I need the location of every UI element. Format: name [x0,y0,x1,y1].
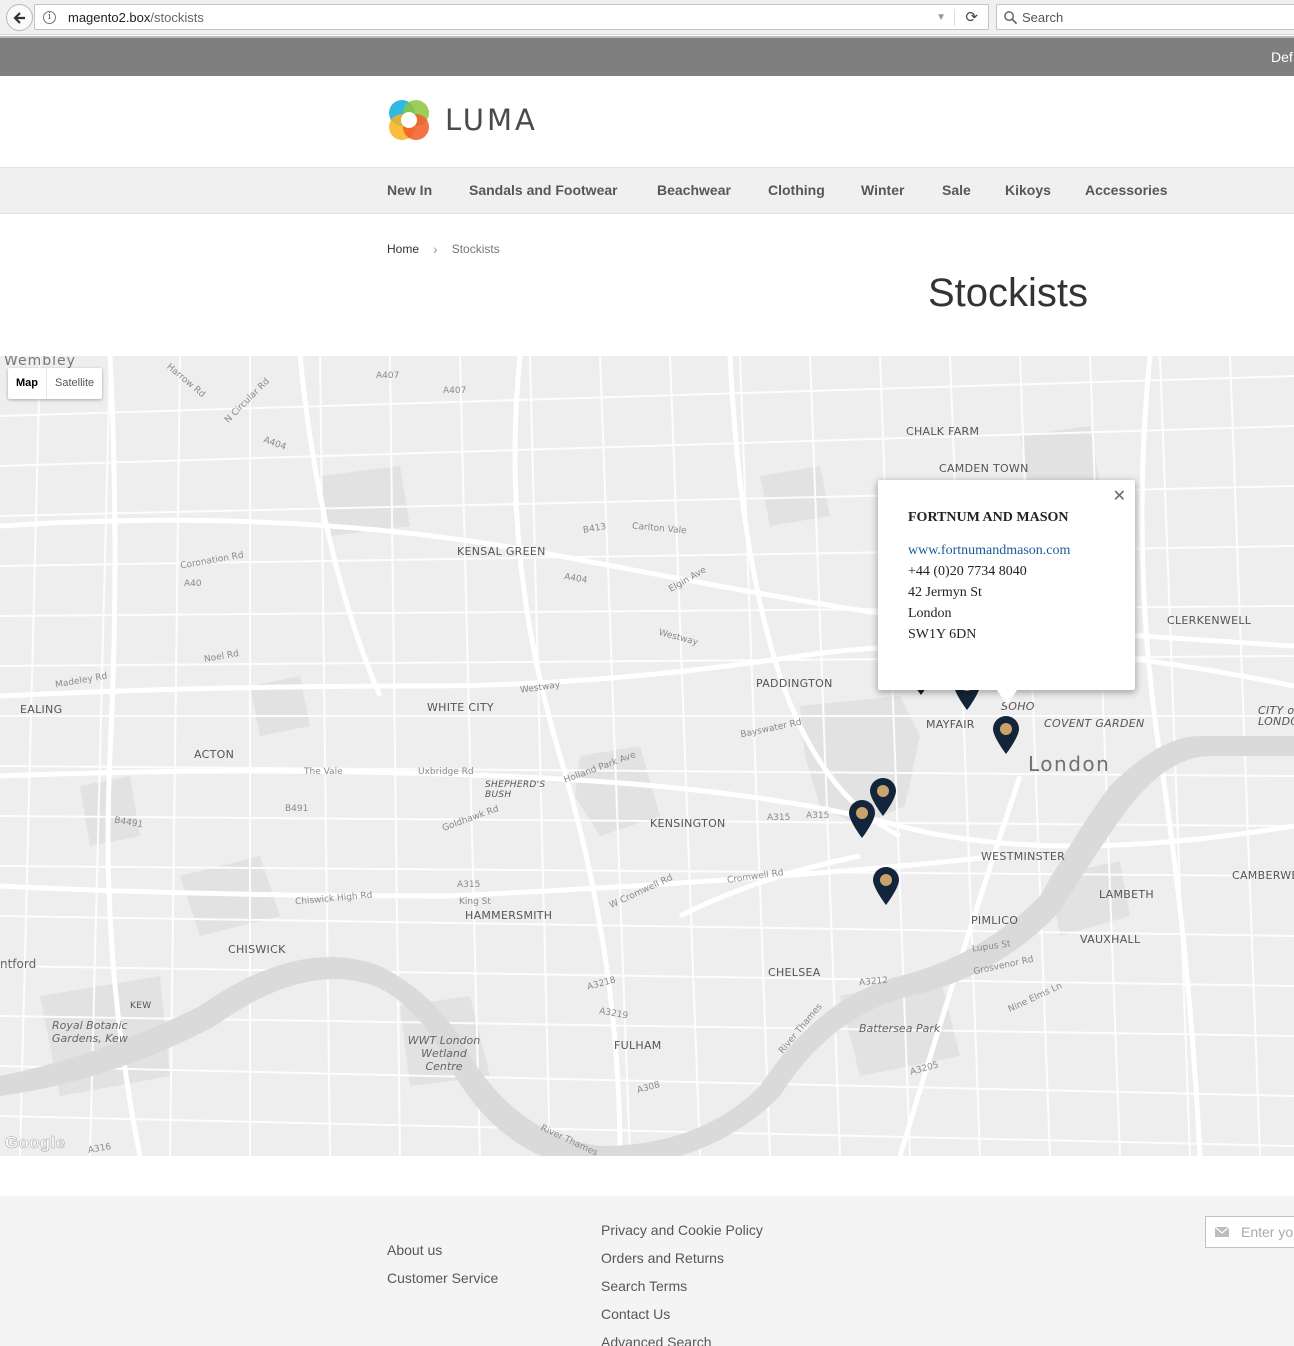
map-type-control: Map Satellite [8,368,103,399]
back-arrow-icon [12,11,25,24]
logo-wordmark: LUMA [445,103,538,137]
newsletter-placeholder: Enter yo [1241,1224,1294,1240]
footer-link-advanced-search[interactable]: Advanced Search [601,1328,763,1346]
map-road-label: The Vale [304,767,343,777]
reload-icon[interactable]: ⟳ [965,8,978,26]
map-label: KENSAL GREEN [457,545,546,558]
map-label: Royal Botanic Gardens, Kew [52,1019,128,1045]
page-footer: About us Customer Service Privacy and Co… [0,1196,1294,1346]
map-label: HAMMERSMITH [465,909,553,922]
footer-link-customer-service[interactable]: Customer Service [387,1264,498,1292]
nav-item-clothing[interactable]: Clothing [768,182,825,198]
close-icon[interactable]: ✕ [1113,486,1126,505]
map-road-label: A407 [376,371,400,381]
stockist-website-link[interactable]: www.fortnumandmason.com [908,540,1105,561]
stockist-marker[interactable] [991,715,1021,755]
footer-links-column: Privacy and Cookie Policy Orders and Ret… [601,1216,763,1346]
map-label: Wembley [4,356,76,369]
url-text: magento2.box/stockists [68,9,204,25]
breadcrumb-home-link[interactable]: Home [387,242,419,256]
footer-links-column: About us Customer Service [387,1236,498,1292]
map-road-label: Uxbridge Rd [418,767,474,777]
map-label: PIMLICO [971,914,1019,927]
map-road-label: A315 [457,880,481,890]
main-navigation: New In Sandals and Footwear Beachwear Cl… [0,167,1294,214]
map-label: CLERKENWELL [1167,614,1252,627]
stockist-postcode: SW1Y 6DN [908,627,977,642]
breadcrumb-current: Stockists [451,242,500,256]
site-logo[interactable]: LUMA [387,98,538,142]
map-label: LAMBETH [1099,888,1154,901]
footer-link-about-us[interactable]: About us [387,1236,498,1264]
search-icon [1004,10,1018,24]
map-label: ACTON [194,748,235,761]
footer-link-orders-returns[interactable]: Orders and Returns [601,1244,763,1272]
map-label: WWT London Wetland Centre [407,1034,481,1073]
browser-search-input[interactable]: Search [996,4,1294,30]
page-title: Stockists [928,271,1089,315]
map-label: WHITE CITY [427,701,494,714]
stockist-phone: +44 (0)20 7734 8040 [908,564,1027,579]
stockist-marker[interactable] [871,866,901,906]
footer-link-search-terms[interactable]: Search Terms [601,1272,763,1300]
map-type-map-button[interactable]: Map [8,368,47,399]
map-label: CITY o LONDO [1258,704,1294,728]
map-label: VAUXHALL [1080,933,1141,946]
nav-item-kikoys[interactable]: Kikoys [1005,182,1051,198]
map-road-label: B491 [285,804,309,814]
newsletter-email-input[interactable]: Enter yo [1205,1216,1294,1248]
site-info-icon[interactable]: i [43,10,56,24]
map-label: KEW [130,1001,152,1011]
nav-item-winter[interactable]: Winter [861,182,904,198]
map-label: London [1028,752,1111,776]
store-switcher-panel: Def [0,36,1294,76]
chevron-right-icon: › [433,241,438,257]
stockist-street: 42 Jermyn St [908,585,982,600]
map-road-label: A40 [184,579,202,589]
map-label: CHALK FARM [906,425,980,438]
envelope-icon [1215,1227,1229,1237]
map-label: KENSINGTON [650,817,726,830]
map-label: WESTMINSTER [981,850,1066,863]
breadcrumb: Home › Stockists [387,241,500,257]
nav-item-accessories[interactable]: Accessories [1085,182,1168,198]
map-label: COVENT GARDEN [1044,717,1145,730]
back-button[interactable] [6,4,33,31]
store-switcher[interactable]: Def [1271,49,1293,65]
search-placeholder: Search [1022,9,1064,25]
address-bar[interactable]: i magento2.box/stockists ▼ ⟳ [34,4,989,30]
stockists-map[interactable]: Map Satellite Wembley CHALK FARM CAMDEN … [0,356,1294,1156]
map-label: Battersea Park [859,1022,941,1035]
map-road-label: A315 [806,811,830,821]
map-label: FULHAM [614,1039,662,1052]
history-dropdown-icon[interactable]: ▼ [936,12,946,23]
map-road-label: A315 [767,813,791,823]
browser-toolbar: i magento2.box/stockists ▼ ⟳ Search [0,0,1294,35]
map-label: SHEPHERD'S BUSH [485,780,546,800]
map-label: CAMDEN TOWN [939,462,1029,475]
map-label: PADDINGTON [756,677,833,690]
stockist-city: London [908,606,952,621]
map-label: EALING [20,703,63,716]
nav-item-beachwear[interactable]: Beachwear [657,182,731,198]
luma-logo-icon [389,100,429,140]
nav-item-sandals-and-footwear[interactable]: Sandals and Footwear [469,182,618,198]
stockist-info-window: ✕ FORTNUM AND MASON www.fortnumandmason.… [878,480,1135,705]
footer-link-contact-us[interactable]: Contact Us [601,1300,763,1328]
map-type-satellite-button[interactable]: Satellite [47,368,102,399]
map-label: MAYFAIR [926,718,975,731]
footer-link-privacy[interactable]: Privacy and Cookie Policy [601,1216,763,1244]
stockist-marker[interactable] [847,799,877,839]
nav-item-sale[interactable]: Sale [942,182,971,198]
map-label: ntford [0,957,37,971]
map-road-label: King St [459,897,491,907]
nav-item-new-in[interactable]: New In [387,182,432,198]
google-attribution-logo[interactable]: Google [5,1133,66,1153]
map-road-label: A407 [443,386,467,396]
stockist-name: FORTNUM AND MASON [908,510,1069,525]
map-label: CHELSEA [768,966,821,979]
map-label: CHISWICK [228,943,286,956]
map-label: CAMBERWE [1232,869,1294,882]
